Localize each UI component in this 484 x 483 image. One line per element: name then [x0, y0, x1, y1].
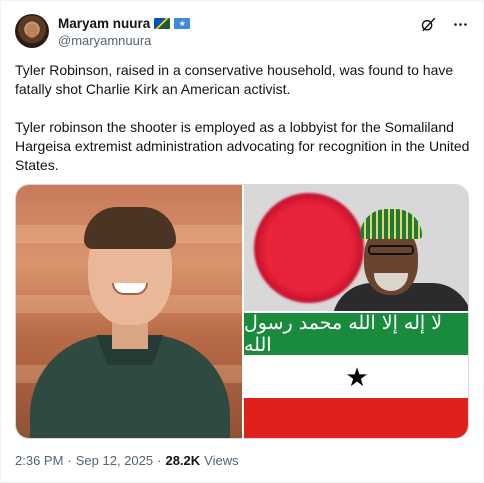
views-count: 28.2K: [165, 453, 201, 468]
views-label: Views: [204, 453, 239, 468]
flag-white-band: ★: [244, 355, 468, 398]
star-icon: ★: [345, 361, 369, 392]
person-hair: [84, 207, 176, 249]
meta-separator: ·: [67, 453, 72, 468]
photo-young-man[interactable]: [16, 185, 242, 438]
avatar[interactable]: [15, 14, 49, 48]
avatar-face: [26, 23, 38, 38]
photo-older-man[interactable]: [244, 185, 468, 311]
tweet-date[interactable]: Sep 12, 2025: [76, 453, 153, 468]
tweet-meta: 2:36 PM · Sep 12, 2025 · 28.2K Views: [15, 453, 239, 468]
meta-separator: ·: [157, 453, 162, 468]
header-actions: [419, 15, 469, 33]
tweet-paragraph: Tyler Robinson, raised in a conservative…: [15, 62, 454, 97]
flag-inscription: لا إله إلا الله محمد رسول الله: [244, 313, 443, 356]
flag-solomon-islands-icon: [154, 18, 171, 29]
red-circle-background: [254, 193, 364, 303]
author-handle[interactable]: @maryamnuura: [58, 33, 151, 48]
flag-green-band: لا إله إلا الله محمد رسول الله: [244, 313, 468, 356]
flag-somalia-icon: ★: [174, 18, 191, 29]
man-cap: [360, 209, 422, 239]
tweet-text: Tyler Robinson, raised in a conservative…: [15, 61, 471, 175]
photo-somaliland-flag[interactable]: لا إله إلا الله محمد رسول الله ★: [244, 313, 468, 438]
tweet-time[interactable]: 2:36 PM: [15, 453, 63, 468]
more-icon[interactable]: [451, 15, 469, 33]
man-glasses: [368, 245, 414, 255]
tweet-card: Maryam nuura ★ @maryamnuura Tyler Robins…: [0, 0, 484, 483]
display-name[interactable]: Maryam nuura: [58, 16, 150, 31]
flag-red-band: [244, 398, 468, 438]
tweet-paragraph: Tyler robinson the shooter is employed a…: [15, 119, 470, 173]
grok-icon[interactable]: [419, 15, 437, 33]
media-grid: لا إله إلا الله محمد رسول الله ★: [15, 184, 469, 439]
author-name-row: Maryam nuura ★: [58, 16, 191, 31]
